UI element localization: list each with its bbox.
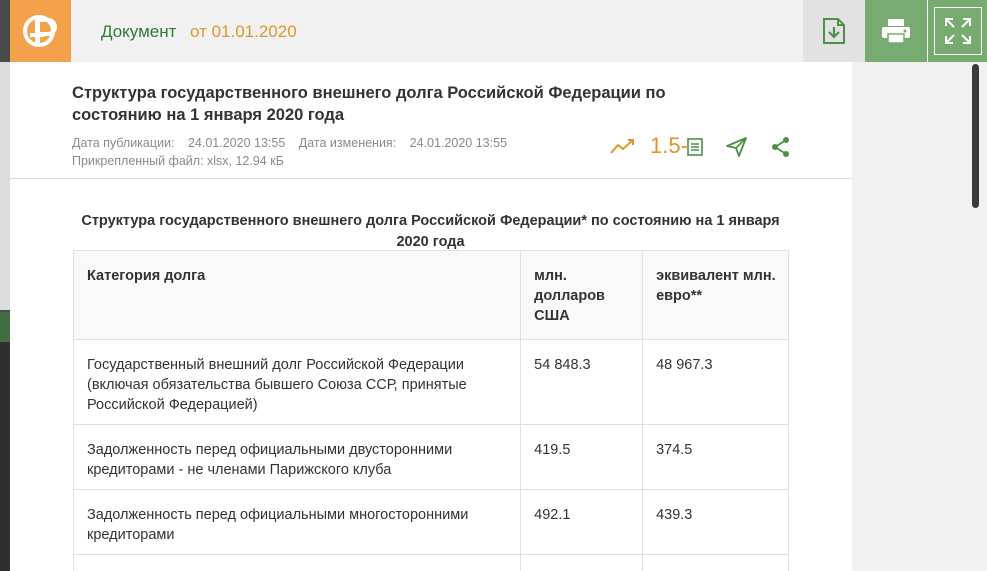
print-button[interactable] — [865, 0, 927, 62]
table-row: Задолженность перед официальными многост… — [72, 489, 789, 555]
backdrop-dark — [0, 342, 10, 571]
left-backdrop — [0, 0, 10, 571]
fullscreen-frame — [933, 7, 982, 55]
published-label: Дата публикации: — [72, 136, 175, 150]
zoom-doc-button[interactable] — [682, 137, 704, 157]
print-icon — [882, 19, 910, 44]
debt-table: Категория долга млн. долларов США эквива… — [72, 250, 789, 571]
trend-icon — [610, 139, 634, 154]
header-category: Категория долга — [72, 250, 522, 340]
fullscreen-button[interactable] — [928, 0, 987, 62]
backdrop-green — [0, 312, 10, 342]
table-row — [72, 554, 789, 571]
trend-button[interactable] — [610, 137, 636, 155]
zoom-doc-icon — [682, 138, 703, 156]
table-header-row: Категория долга млн. долларов США эквива… — [72, 250, 789, 340]
attachment-info: Прикрепленный файл: xlsx, 12.94 кБ — [72, 154, 284, 168]
row-usd: 419.5 — [520, 424, 644, 490]
header-title: Документ — [101, 22, 177, 41]
modified-label: Дата изменения: — [298, 136, 397, 150]
row-usd: 54 848.3 — [520, 339, 644, 425]
row-category — [72, 554, 522, 571]
cbr-logo-icon[interactable] — [10, 0, 71, 62]
header-usd: млн. долларов США — [520, 250, 644, 340]
document-dates: Дата публикации: 24.01.2020 13:55 Дата и… — [72, 136, 517, 150]
backdrop-light — [0, 62, 10, 310]
header-eur: эквивалент млн. евро** — [642, 250, 789, 340]
send-button[interactable] — [726, 137, 748, 157]
document-content: Структура государственного внешнего долг… — [10, 180, 852, 571]
send-icon — [726, 137, 747, 157]
share-icon — [772, 137, 789, 157]
row-usd: 492.1 — [520, 489, 644, 555]
row-eur: 48 967.3 — [642, 339, 789, 425]
download-button[interactable] — [803, 0, 865, 62]
published-value: 24.01.2020 13:55 — [187, 136, 286, 150]
row-eur: 439.3 — [642, 489, 789, 555]
table-row: Государственный внешний долг Российской … — [72, 339, 789, 425]
row-category: Задолженность перед официальными многост… — [72, 489, 522, 555]
document-info: Структура государственного внешнего долг… — [10, 62, 852, 179]
header-date: от 01.01.2020 — [190, 22, 297, 41]
row-eur: 374.5 — [642, 424, 789, 490]
zoom-level[interactable]: 1.5 — [650, 133, 681, 159]
fullscreen-icon — [944, 18, 971, 44]
document-header: Документ от 01.01.2020 — [10, 0, 987, 62]
table-row: Задолженность перед официальными двустор… — [72, 424, 789, 490]
share-button[interactable] — [771, 136, 791, 158]
scrollbar-thumb[interactable] — [972, 64, 979, 208]
row-category: Государственный внешний долг Российской … — [72, 339, 522, 425]
download-icon — [823, 18, 845, 44]
row-category: Задолженность перед официальными двустор… — [72, 424, 522, 490]
row-usd — [520, 554, 644, 571]
document-title: Структура государственного внешнего долг… — [72, 84, 666, 124]
modified-value: 24.01.2020 13:55 — [409, 136, 507, 150]
table-caption: Структура государственного внешнего долг… — [81, 213, 780, 250]
row-eur — [642, 554, 789, 571]
